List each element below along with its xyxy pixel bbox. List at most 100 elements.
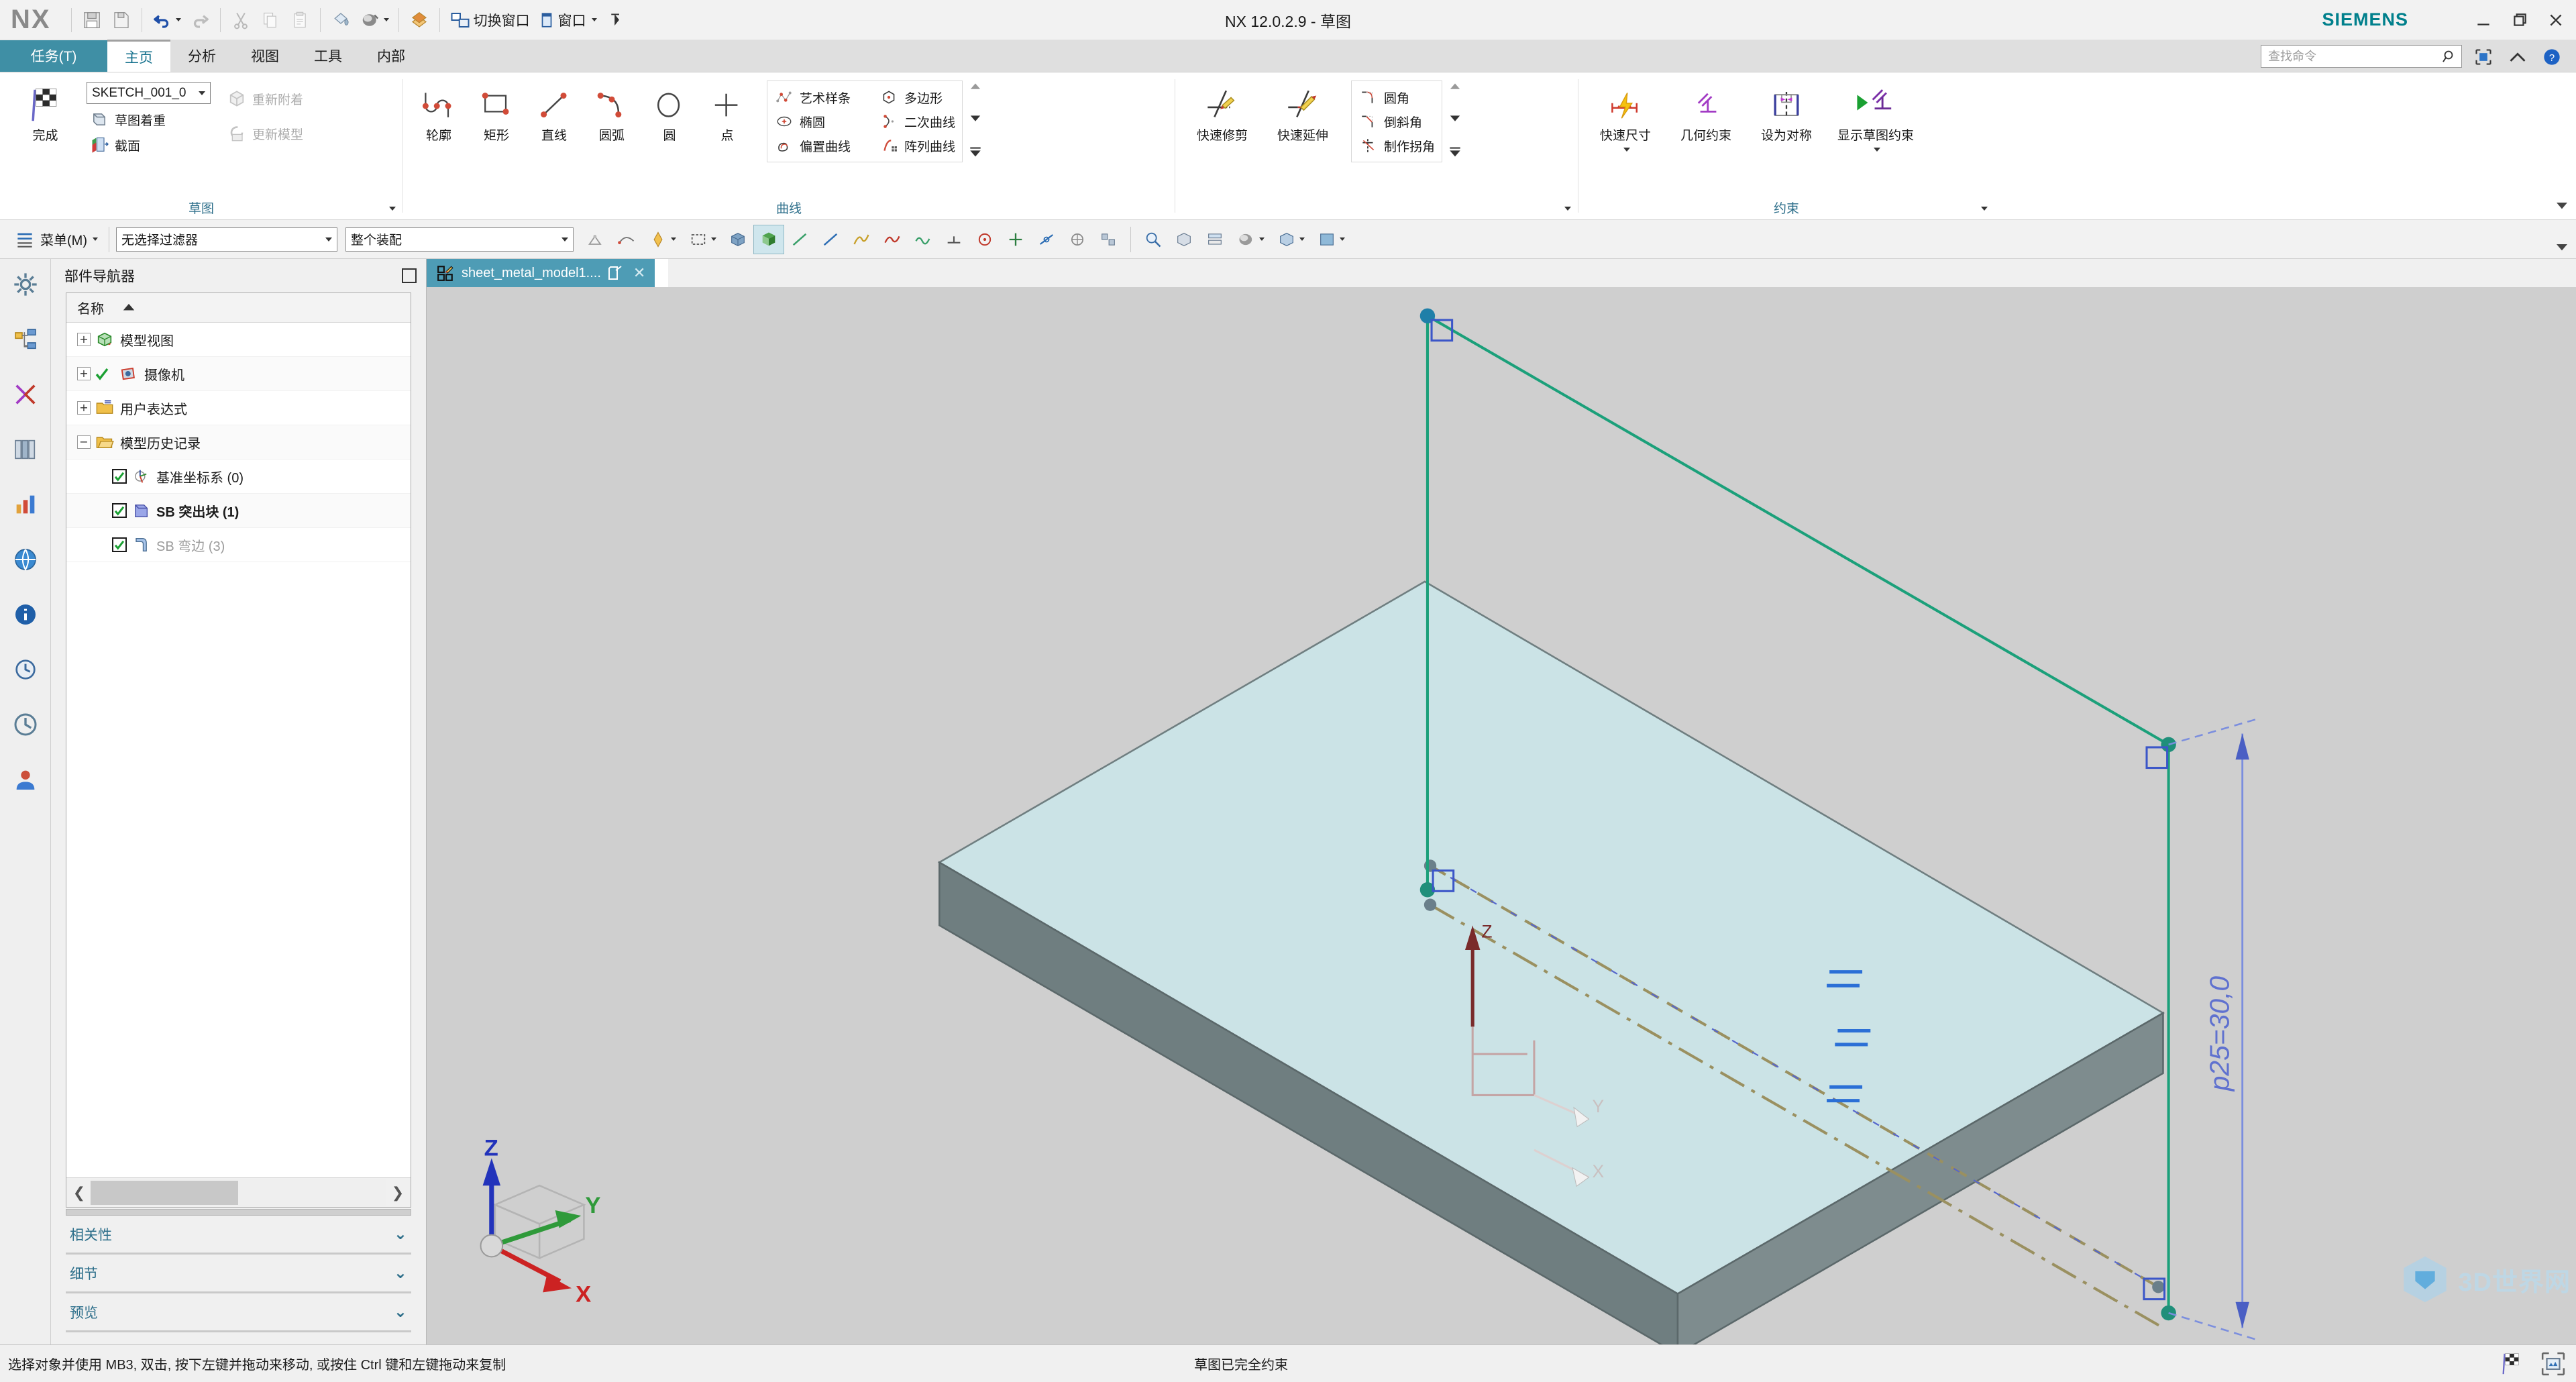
update-model-button[interactable]: 更新模型 (224, 121, 303, 146)
select-rectangle-button[interactable] (682, 225, 722, 254)
expander-icon[interactable]: + (77, 333, 91, 346)
scroll-up-icon[interactable] (1449, 82, 1461, 90)
expander-icon[interactable]: + (77, 367, 91, 380)
sidebar-item-roles[interactable] (7, 761, 44, 798)
tree-row-cameras[interactable]: + 摄像机 (66, 357, 411, 391)
ribbon-overflow-icon[interactable] (2555, 200, 2569, 214)
tree-row-user-expressions[interactable]: + 用户表达式 (66, 391, 411, 425)
offset-curve-button[interactable]: 偏置曲线 (771, 134, 851, 158)
curve-select-icon[interactable] (877, 225, 908, 254)
visibility-checkbox[interactable] (112, 503, 127, 518)
finish-sketch-icon[interactable] (2498, 1351, 2525, 1377)
tree-row-model-history[interactable]: − 模型历史记录 (66, 425, 411, 460)
sort-ascending-icon[interactable] (121, 300, 136, 315)
sidebar-item-reuse-library[interactable] (7, 431, 44, 468)
close-button[interactable] (2546, 11, 2565, 30)
close-icon[interactable]: ✕ (631, 264, 648, 282)
minimize-button[interactable] (2474, 11, 2493, 30)
intersection-icon[interactable] (1000, 225, 1031, 254)
paint-can-icon[interactable] (326, 5, 356, 36)
circle-button[interactable]: 圆 (641, 79, 698, 144)
chevron-down-icon[interactable] (175, 18, 181, 21)
tree-row-model-views[interactable]: + 模型视图 (66, 323, 411, 357)
sidebar-item-history[interactable] (7, 596, 44, 633)
command-search-box[interactable] (2261, 45, 2462, 68)
polygon-button[interactable]: 多边形 (876, 85, 955, 109)
finish-sketch-button[interactable]: 完成 (7, 79, 84, 144)
chevron-down-icon[interactable] (670, 237, 676, 241)
save-icon[interactable] (77, 5, 107, 36)
pattern-curve-button[interactable]: 阵列曲线 (876, 134, 955, 158)
collapse-ribbon-icon[interactable] (2508, 48, 2528, 66)
spline-select-icon[interactable] (846, 225, 877, 254)
scroll-track[interactable] (91, 1179, 386, 1206)
sidebar-item-part-navigator[interactable] (7, 321, 44, 358)
modified-icon[interactable] (608, 265, 624, 281)
tab-home[interactable]: 主页 (107, 40, 170, 72)
show-sketch-constraints-button[interactable]: 显示草图约束 (1827, 79, 1925, 152)
chevron-down-icon[interactable] (710, 237, 716, 241)
conic-button[interactable]: 二次曲线 (876, 109, 955, 134)
scroll-thumb[interactable] (91, 1180, 238, 1205)
section-details[interactable]: 细节 ⌄ (66, 1255, 411, 1293)
visibility-checkbox[interactable] (112, 469, 127, 484)
panel-resize-handle[interactable] (66, 1209, 411, 1216)
tab-view[interactable]: 视图 (233, 40, 297, 72)
snapshot-icon[interactable] (2540, 1351, 2567, 1377)
tab-internal[interactable]: 内部 (360, 40, 423, 72)
snap-point-icon[interactable] (580, 225, 611, 254)
chevron-down-icon[interactable] (1339, 237, 1345, 241)
tab-analysis[interactable]: 分析 (170, 40, 233, 72)
curve-gallery-scroll[interactable] (963, 79, 985, 161)
pin-panel-button[interactable] (402, 268, 417, 283)
reattach-button[interactable]: 重新附着 (224, 86, 303, 111)
make-corner-button[interactable]: 制作拐角 (1356, 134, 1435, 158)
solid-body-icon[interactable] (722, 225, 753, 254)
toolbar-overflow-icon[interactable] (2555, 242, 2569, 256)
menu-button[interactable]: 菜单(M) (9, 225, 102, 254)
overflow-icon[interactable] (601, 5, 631, 36)
wave-curve-icon[interactable] (908, 225, 938, 254)
chevron-down-icon[interactable] (92, 237, 98, 241)
quick-trim-button[interactable]: 快速修剪 (1182, 79, 1263, 144)
line-button[interactable]: 直线 (525, 79, 583, 144)
snap-point-options-button[interactable] (642, 225, 682, 254)
window-button[interactable]: 窗口 (534, 5, 601, 36)
sidebar-item-web-browser[interactable] (7, 541, 44, 578)
make-symmetric-button[interactable]: 设为对称 (1746, 79, 1827, 144)
corner-gallery-scroll[interactable] (1442, 79, 1465, 161)
scroll-down-icon[interactable] (969, 114, 981, 122)
chevron-down-icon[interactable] (561, 237, 568, 242)
chevron-down-icon[interactable] (591, 18, 597, 21)
expander-icon[interactable]: + (77, 401, 91, 415)
chevron-down-icon[interactable]: ⌄ (394, 1263, 407, 1283)
section-dependencies[interactable]: 相关性 ⌄ (66, 1216, 411, 1255)
redo-icon[interactable] (185, 5, 215, 36)
scroll-right-icon[interactable]: ❯ (386, 1179, 409, 1206)
arc-button[interactable]: 圆弧 (583, 79, 641, 144)
tree-row-datum-csys[interactable]: 基准坐标系 (0) (66, 460, 411, 494)
chevron-down-icon[interactable] (389, 207, 396, 211)
ellipse-button[interactable]: 椭圆 (771, 109, 851, 134)
search-icon[interactable] (2441, 48, 2457, 64)
chevron-down-icon[interactable] (325, 237, 332, 242)
chevron-down-icon[interactable] (1981, 207, 1988, 211)
tree-column-header[interactable]: 名称 (66, 293, 411, 323)
scroll-up-icon[interactable] (969, 82, 981, 90)
sidebar-item-process-studio[interactable] (7, 651, 44, 688)
layer-icon[interactable] (405, 5, 434, 36)
studio-spline-button[interactable]: 艺术样条 (771, 85, 851, 109)
gallery-expand-icon[interactable] (1449, 146, 1461, 158)
render-style-select-button[interactable] (1230, 225, 1271, 254)
rectangle-button[interactable]: 矩形 (468, 79, 525, 144)
tree-row-tab-feature[interactable]: SB 突出块 (1) (66, 494, 411, 528)
sidebar-item-hd3d-tools[interactable] (7, 486, 44, 523)
cut-icon[interactable] (226, 5, 256, 36)
geometric-constraint-button[interactable]: 几何约束 (1666, 79, 1746, 144)
reference-point[interactable] (1424, 898, 1437, 911)
paste-icon[interactable] (285, 5, 315, 36)
visibility-checkbox[interactable] (112, 537, 127, 552)
background-color-button[interactable] (1311, 225, 1351, 254)
scroll-down-icon[interactable] (1449, 114, 1461, 122)
section-button[interactable]: 截面 (87, 132, 211, 158)
